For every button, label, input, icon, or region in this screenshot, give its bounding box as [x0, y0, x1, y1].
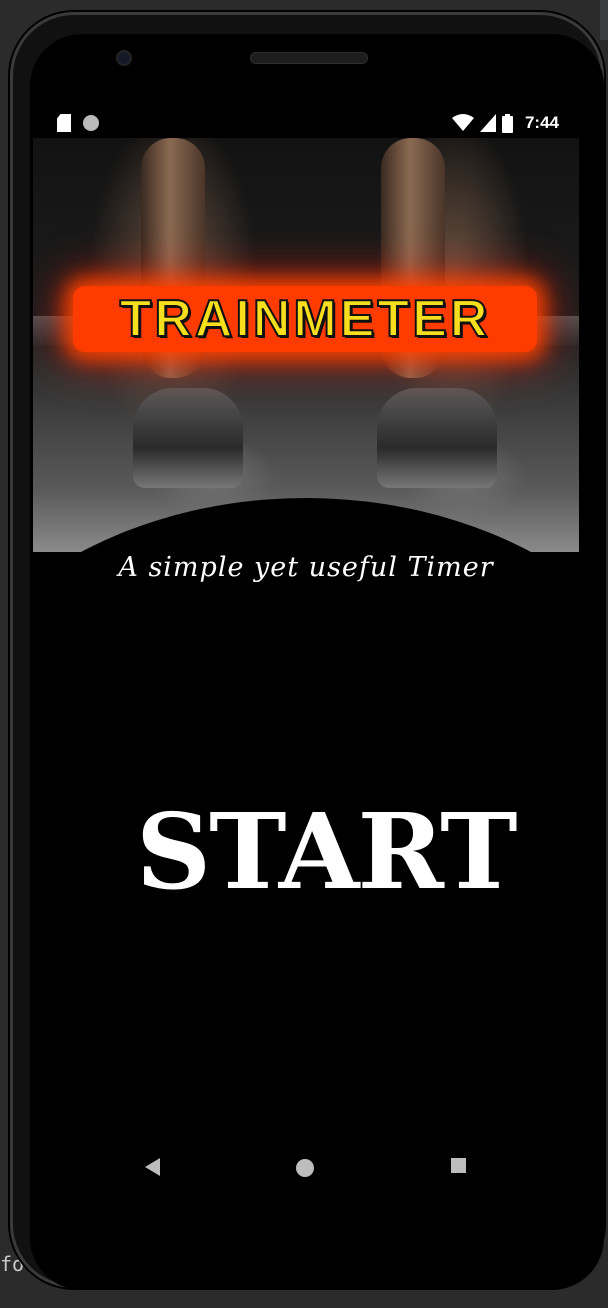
right-shoe	[377, 388, 497, 488]
ide-window-edge	[600, 0, 608, 40]
status-left-icons	[57, 114, 99, 132]
desktop-backdrop: fo 7:44 TRAINMETER A simple yet useful T…	[0, 0, 608, 1308]
recents-button[interactable]	[451, 1158, 467, 1177]
sd-card-icon	[57, 114, 71, 132]
app-title: TRAINMETER	[119, 290, 491, 348]
notification-dot-icon	[83, 115, 99, 131]
system-nav-bar	[33, 1138, 579, 1198]
left-shoe	[133, 388, 243, 488]
battery-icon	[501, 113, 513, 133]
start-button[interactable]: START	[136, 790, 518, 914]
phone-screen: 7:44 TRAINMETER A simple yet useful Time…	[33, 108, 579, 1198]
back-button[interactable]	[145, 1158, 161, 1179]
recents-square-icon	[451, 1158, 466, 1173]
home-button[interactable]	[295, 1158, 315, 1181]
start-label: START	[136, 790, 518, 913]
front-camera	[116, 50, 132, 66]
status-bar: 7:44	[33, 108, 579, 138]
app-logo-plate: TRAINMETER	[73, 286, 537, 352]
earpiece-speaker	[250, 52, 368, 64]
status-time: 7:44	[524, 113, 559, 132]
status-right-icons: 7:44	[451, 113, 559, 133]
hero-image: TRAINMETER	[33, 138, 579, 552]
signal-icon	[479, 114, 496, 132]
home-circle-icon	[296, 1159, 314, 1177]
wifi-icon	[451, 114, 474, 132]
back-triangle-icon	[145, 1158, 160, 1176]
tagline: A simple yet useful Timer	[118, 552, 494, 583]
